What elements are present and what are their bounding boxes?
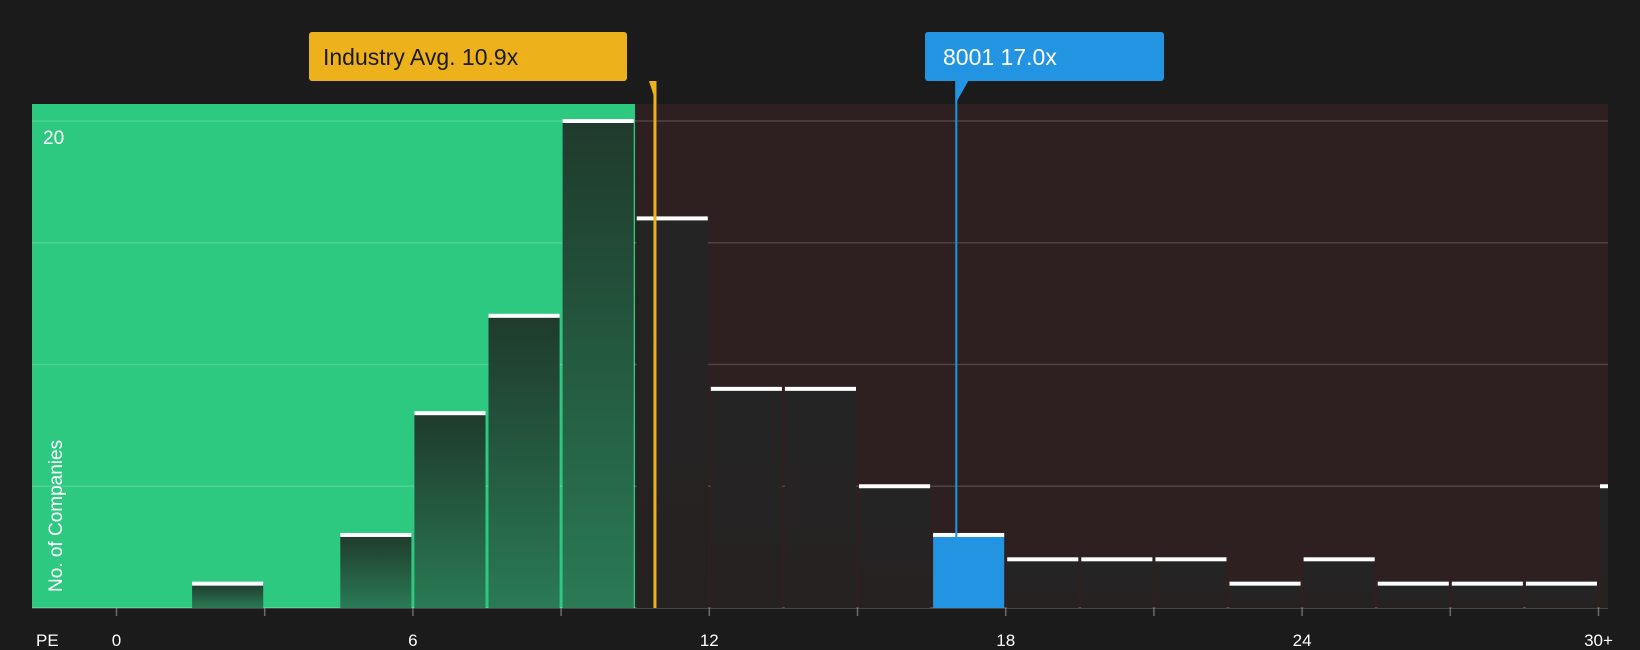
histogram-bar [710,388,782,608]
industry-avg-callout: Industry Avg. 10.9x [309,32,627,81]
histogram-bar-cap [1451,581,1523,586]
histogram-bar [562,121,634,608]
histogram-bar-cap [1081,557,1153,562]
histogram-bar-cap [933,532,1005,537]
histogram-bar [1377,583,1449,608]
industry-avg-callout-text: Industry Avg. 10.9x [323,44,519,70]
histogram-bar-cap [340,532,412,537]
company-callout-text: 8001 17.0x [943,44,1057,70]
histogram-bar-cap [859,484,931,489]
histogram-bar-cap [636,216,708,221]
histogram-bar-cap [192,581,264,586]
histogram-bar [859,486,931,608]
histogram-bar [1451,583,1523,608]
histogram-bar-cap [784,386,856,391]
histogram-bar [1229,583,1301,608]
histogram-bar [784,388,856,608]
histogram-bar [1081,559,1153,608]
x-axis-label: PE [36,631,59,650]
x-tick-label: 24 [1293,631,1312,650]
x-tick-label: 30+ [1584,631,1613,650]
histogram-bar-cap [1007,557,1079,562]
y-axis-label: No. of Companies [46,440,67,592]
histogram-bar-cap [488,313,560,318]
histogram-bar-cap [1377,581,1449,586]
histogram-bar [192,583,264,608]
y-tick-label: 20 [43,128,64,149]
histogram-bar [1303,559,1375,608]
histogram-bar [340,534,412,608]
histogram-bar-cap [710,386,782,391]
histogram-bar-cap [1155,557,1227,562]
x-tick-label: 12 [700,631,719,650]
histogram-bar [1007,559,1079,608]
histogram-bar-cap [1303,557,1375,562]
histogram-bar [488,315,560,608]
pe-distribution-chart: Industry Avg. 10.9x 8001 17.0x No. of Co… [32,32,1613,650]
x-tick-label: 0 [112,631,121,650]
histogram-bar-cap [414,411,486,416]
histogram-bar-cap [1600,484,1608,489]
histogram-bar [414,413,486,608]
histogram-bar-cap [562,119,634,123]
histogram-bar [1155,559,1227,608]
x-tick-label: 6 [408,631,417,650]
histogram-bar-cap [1525,581,1597,586]
histogram-bar [1525,583,1597,608]
histogram-bar [1600,486,1608,608]
company-callout: 8001 17.0x [925,32,1164,81]
x-tick-label: 18 [996,631,1015,650]
histogram-bar-cap [1229,581,1301,586]
histogram-bar [933,534,1005,608]
histogram-bar [636,218,708,608]
